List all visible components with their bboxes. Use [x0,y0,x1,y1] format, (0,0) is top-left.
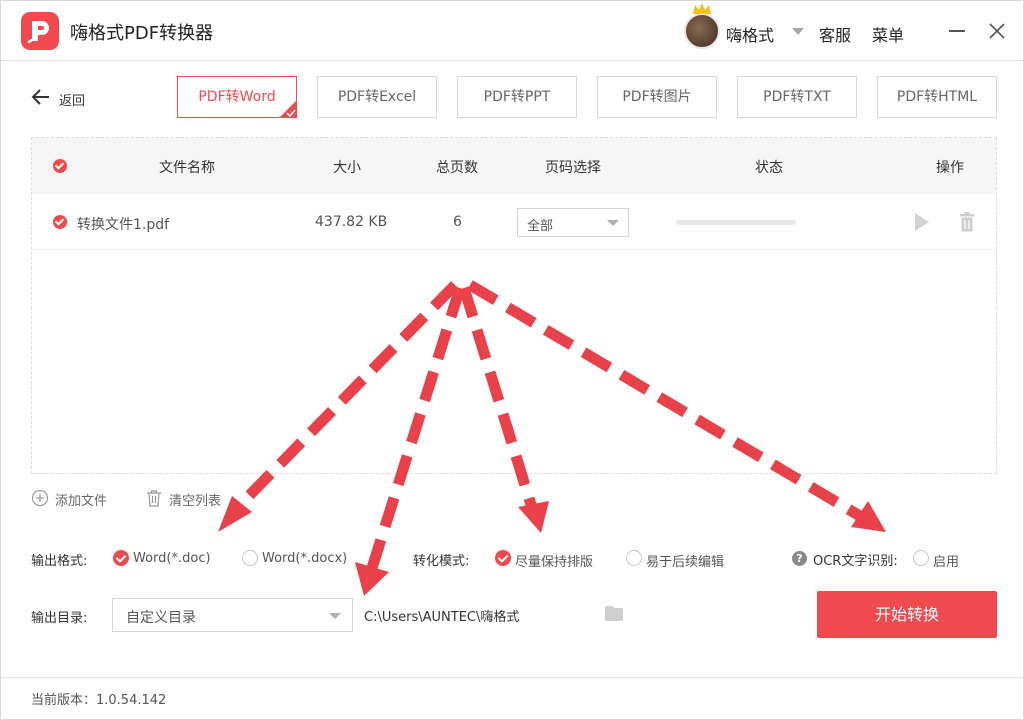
ocr-enable-radio[interactable] [913,550,929,566]
header-page-select: 页码选择 [545,160,601,176]
selected-check-icon [279,100,297,118]
conversion-progress-bar [676,220,796,225]
app-window: 嗨格式PDF转换器 嗨格式 客服 菜单 返回 PDF转Word PDF转Exce… [0,0,1024,720]
format-doc-radio[interactable] [113,550,129,566]
page-range-value: 全部 [527,219,554,234]
tab-label: PDF转PPT [483,89,551,105]
tab-label: PDF转Excel [337,89,417,105]
trash-icon [147,490,161,507]
page-count: 6 [453,214,462,230]
convert-mode-label: 转化模式: [413,554,470,569]
output-dir-label: 输出目录: [31,611,88,626]
start-convert-button[interactable]: 开始转换 [817,591,997,638]
ocr-label: OCR文字识别: [813,554,898,569]
output-dir-path: C:\Users\AUNTEC\嗨格式 [364,610,520,625]
minimize-icon[interactable] [949,30,965,32]
tab-pdf-to-txt[interactable]: PDF转TXT [737,76,857,118]
page-range-select[interactable]: 全部 [517,208,629,237]
header-size: 大小 [333,160,361,176]
header-actions: 操作 [936,160,964,176]
app-logo-icon [21,12,59,50]
format-doc-label[interactable]: Word(*.doc) [133,551,211,566]
version-text: 当前版本：1.0.54.142 [31,693,167,708]
support-button[interactable]: 客服 [819,22,851,46]
format-docx-label[interactable]: Word(*.docx) [262,551,347,566]
tab-pdf-to-image[interactable]: PDF转图片 [597,76,717,118]
back-arrow-icon [31,89,49,105]
format-docx-radio[interactable] [242,550,258,566]
row-checkbox[interactable] [53,215,67,229]
tab-label: PDF转TXT [763,89,831,105]
crown-icon [693,3,711,14]
title-bar: 嗨格式PDF转换器 嗨格式 客服 菜单 [1,1,1023,61]
back-label: 返回 [59,94,86,109]
mode-keep-layout-label[interactable]: 尽量保持排版 [515,551,593,570]
trash-icon[interactable] [959,212,975,232]
output-dir-select[interactable]: 自定义目录 [112,598,353,632]
play-icon[interactable] [915,213,929,231]
mode-keep-layout-radio[interactable] [495,550,511,566]
chevron-down-icon [607,220,619,226]
output-format-label: 输出格式: [31,554,88,569]
folder-icon[interactable] [605,606,623,621]
plus-circle-icon [31,489,49,507]
file-size: 437.82 KB [315,214,388,230]
chevron-down-icon [329,613,341,619]
app-title: 嗨格式PDF转换器 [70,23,214,44]
chevron-down-icon[interactable] [792,28,804,35]
clear-list-label: 清空列表 [169,494,222,509]
select-all-checkbox[interactable] [53,159,67,173]
header-pages: 总页数 [436,160,478,176]
header-status: 状态 [755,160,783,176]
ocr-enable-label[interactable]: 启用 [933,551,959,570]
tab-label: PDF转HTML [896,89,978,105]
file-list-header: 文件名称 大小 总页数 页码选择 状态 操作 [32,138,996,194]
header-file-name: 文件名称 [159,160,215,176]
tab-pdf-to-ppt[interactable]: PDF转PPT [457,76,577,118]
help-icon[interactable]: ? [792,551,807,566]
tab-pdf-to-word[interactable]: PDF转Word [177,76,297,118]
avatar[interactable] [684,13,720,49]
tab-label: PDF转图片 [622,89,692,105]
tab-label: PDF转Word [198,89,276,105]
user-name[interactable]: 嗨格式 [726,22,774,46]
tab-pdf-to-excel[interactable]: PDF转Excel [317,76,437,118]
mode-easy-edit-radio[interactable] [626,550,642,566]
output-dir-mode: 自定义目录 [126,610,196,626]
tab-pdf-to-html[interactable]: PDF转HTML [877,76,997,118]
table-row: 转换文件1.pdf 437.82 KB 6 全部 [32,194,996,250]
close-icon[interactable] [988,22,1006,40]
mode-easy-edit-label[interactable]: 易于后续编辑 [646,551,724,570]
file-name: 转换文件1.pdf [77,217,170,233]
menu-button[interactable]: 菜单 [872,22,904,46]
add-file-label: 添加文件 [55,494,108,509]
file-list: 文件名称 大小 总页数 页码选择 状态 操作 转换文件1.pdf 437.82 … [31,137,997,474]
footer: 当前版本：1.0.54.142 [1,677,1023,719]
